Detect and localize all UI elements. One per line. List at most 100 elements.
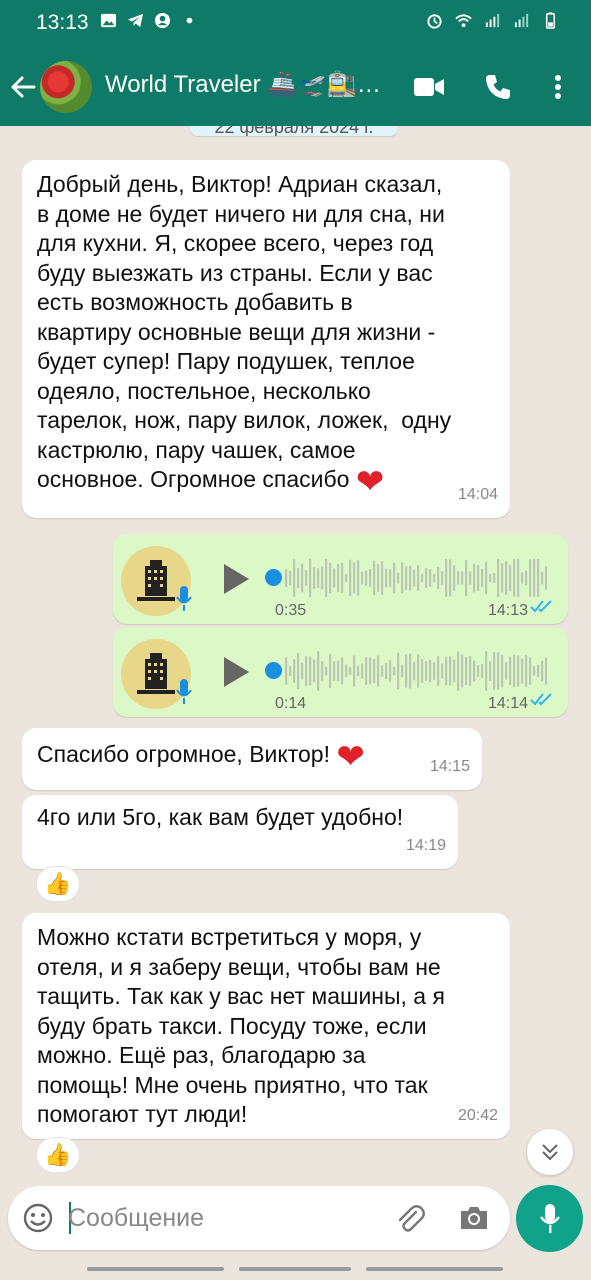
- waveform-bar: [425, 661, 428, 681]
- waveform-bar: [517, 655, 520, 687]
- reaction-badge[interactable]: 👍: [36, 866, 80, 902]
- waveform-bar: [297, 567, 300, 589]
- video-call-icon: [414, 78, 444, 96]
- message-incoming[interactable]: Спасибо огромное, Виктор! ❤ 14:15: [22, 728, 482, 790]
- waveform[interactable]: [285, 556, 547, 600]
- waveform-bar: [429, 568, 432, 588]
- waveform-bar: [473, 563, 476, 593]
- waveform-bar: [413, 661, 416, 681]
- waveform-bar: [489, 661, 492, 681]
- waveform-bar: [373, 560, 376, 596]
- waveform-bar: [533, 558, 536, 598]
- waveform-bar: [329, 562, 332, 594]
- waveform-bar: [293, 658, 296, 684]
- waveform-bar: [313, 567, 316, 589]
- waveform-bar: [445, 559, 448, 597]
- camera-icon[interactable]: [458, 1203, 490, 1233]
- chat-area[interactable]: 22 февраля 2024 г. Добрый день, Виктор! …: [0, 126, 591, 1180]
- waveform-bar: [505, 662, 508, 680]
- waveform-bar: [317, 567, 320, 589]
- waveform-bar: [405, 565, 408, 591]
- seek-handle[interactable]: [265, 569, 282, 586]
- waveform-bar: [389, 660, 392, 682]
- message-incoming[interactable]: Добрый день, Виктор! Адриан сказал, в до…: [22, 160, 510, 518]
- voice-message-outgoing[interactable]: 0:35 14:13: [113, 534, 568, 624]
- waveform-bar: [329, 653, 332, 689]
- waveform-bar: [285, 657, 288, 685]
- waveform-bar: [529, 657, 532, 685]
- play-icon[interactable]: [221, 562, 251, 596]
- waveform-bar: [349, 666, 352, 676]
- waveform-bar: [421, 573, 424, 583]
- paperclip-icon[interactable]: [394, 1202, 426, 1234]
- voice-message-outgoing[interactable]: 0:14 14:14: [113, 627, 568, 717]
- message-text: Спасибо огромное, Виктор!: [37, 741, 330, 767]
- nav-handle[interactable]: [87, 1267, 224, 1271]
- waveform-bar: [393, 666, 396, 676]
- waveform-bar: [465, 559, 468, 597]
- message-composer: [8, 1186, 510, 1250]
- message-text: 4го или 5го, как вам будет удобно!: [37, 804, 404, 830]
- message-incoming[interactable]: 4го или 5го, как вам будет удобно! 14:19: [22, 795, 458, 869]
- waveform-bar: [489, 573, 492, 583]
- read-ticks-icon: [530, 693, 552, 706]
- message-incoming[interactable]: Можно кстати встретиться у моря, у отеля…: [22, 913, 510, 1139]
- waveform-bar: [353, 562, 356, 594]
- waveform-bar: [313, 659, 316, 683]
- waveform-bar: [517, 558, 520, 598]
- emoji-icon[interactable]: [22, 1202, 54, 1234]
- waveform-bar: [445, 656, 448, 686]
- signal-icon: [485, 13, 500, 28]
- reaction-badge[interactable]: 👍: [36, 1137, 80, 1173]
- waveform-bar: [373, 658, 376, 684]
- waveform-bar: [473, 660, 476, 682]
- waveform-bar: [513, 558, 516, 598]
- waveform-bar: [453, 565, 456, 591]
- waveform[interactable]: [285, 649, 547, 693]
- more-options-button[interactable]: [541, 70, 575, 104]
- waveform-bar: [469, 655, 472, 687]
- waveform-bar: [341, 562, 344, 594]
- waveform-bar: [449, 656, 452, 686]
- waveform-bar: [481, 663, 484, 679]
- heart-emoji: ❤: [355, 463, 385, 501]
- nav-handle[interactable]: [239, 1267, 351, 1271]
- waveform-bar: [433, 573, 436, 583]
- read-ticks-icon: [530, 600, 552, 613]
- play-icon[interactable]: [221, 655, 251, 689]
- voice-record-button[interactable]: [516, 1185, 583, 1252]
- waveform-bar: [369, 657, 372, 685]
- voice-duration: 0:35: [275, 602, 307, 619]
- status-time: 13:13: [36, 11, 89, 34]
- waveform-bar: [305, 655, 308, 687]
- scroll-to-bottom-button[interactable]: [527, 1129, 573, 1175]
- waveform-bar: [405, 654, 408, 688]
- waveform-bar: [457, 571, 460, 585]
- video-call-button[interactable]: [412, 70, 446, 104]
- waveform-bar: [461, 654, 464, 688]
- message-time: 20:42: [457, 1106, 498, 1124]
- waveform-bar: [469, 571, 472, 585]
- waveform-bar: [481, 568, 484, 588]
- waveform-bar: [441, 663, 444, 679]
- phone-icon: [486, 75, 510, 99]
- nav-handle[interactable]: [366, 1267, 503, 1271]
- waveform-bar: [397, 572, 400, 584]
- avatar[interactable]: [40, 61, 92, 113]
- voice-call-button[interactable]: [481, 70, 515, 104]
- waveform-bar: [385, 662, 388, 680]
- voice-duration: 0:14: [275, 695, 307, 712]
- waveform-bar: [385, 568, 388, 588]
- message-input[interactable]: [68, 1198, 368, 1238]
- chat-title[interactable]: World Traveler 🚢🛫🚉…: [105, 70, 385, 99]
- system-nav-bar: [0, 1258, 591, 1280]
- waveform-bar: [309, 558, 312, 598]
- waveform-bar: [285, 568, 288, 588]
- arrow-left-icon[interactable]: [8, 70, 38, 104]
- microphone-icon: [176, 679, 192, 704]
- waveform-bar: [417, 654, 420, 688]
- waveform-bar: [325, 558, 328, 598]
- account-icon: [154, 12, 171, 29]
- waveform-bar: [297, 652, 300, 690]
- seek-handle[interactable]: [265, 662, 282, 679]
